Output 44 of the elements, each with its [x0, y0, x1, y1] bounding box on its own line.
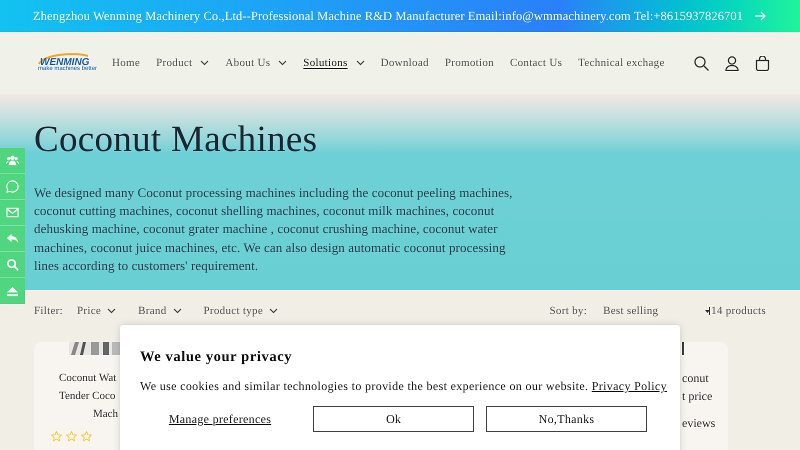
filter-dropdown[interactable]: Brand — [138, 302, 182, 320]
nav-link[interactable]: Solutions — [303, 54, 365, 72]
chevron-icon — [172, 308, 182, 314]
sort-dropdown[interactable]: Best selling — [603, 302, 706, 320]
search-icon[interactable] — [694, 56, 709, 70]
nav-link[interactable]: About Us — [225, 54, 288, 72]
decline-button[interactable]: No,Thanks — [486, 406, 647, 432]
account-icon[interactable] — [725, 56, 739, 70]
filter-dropdown[interactable]: Price — [77, 302, 116, 320]
arrow-right-icon[interactable] — [755, 11, 768, 21]
manage-preferences-link[interactable]: Manage preferences — [140, 410, 300, 428]
chevron-icon — [269, 308, 278, 314]
filter-label: Filter: — [34, 304, 63, 319]
product-title-line: t price — [682, 388, 712, 405]
chevron-icon — [107, 308, 116, 314]
star-icon — [66, 431, 77, 442]
nav-link[interactable]: Download — [380, 54, 429, 72]
nav-link[interactable]: Promotion — [444, 54, 494, 72]
nav-link[interactable]: Home — [112, 54, 140, 72]
product-title-line: Coconut Wat — [59, 371, 116, 386]
product-title-line: Mach — [93, 407, 118, 422]
hero-description: We designed many Coconut processing machines including the coconut peeling machines, coconut cutting machines, coconut shelling machines, coconut milk machines, coconut dehusking machine, coconut grater machine , coconut crushing machine, coconut water machines, coconut juice machines, etc. We can also design automatic coconut processing lines according to customers' requirement. — [34, 184, 514, 275]
nav-link[interactable]: Contact Us — [510, 54, 562, 72]
cart-icon[interactable] — [755, 56, 770, 70]
product-title-line: conut — [682, 370, 709, 387]
users-icon[interactable] — [6, 154, 19, 167]
reply-arrow-icon[interactable] — [6, 232, 19, 245]
page-title: Coconut Machines — [34, 118, 318, 162]
eject-icon[interactable] — [6, 284, 19, 298]
chat-bubble-icon[interactable] — [6, 180, 19, 193]
product-title-line: Tender Coco — [59, 389, 116, 404]
product-count: 14 products — [711, 304, 766, 319]
privacy-policy-link[interactable]: Privacy Policy — [592, 378, 667, 393]
product-title-line: eviews — [682, 415, 716, 432]
caret-icon — [705, 307, 710, 315]
dialog-title: We value your privacy — [140, 348, 294, 367]
nav-link[interactable]: Technical exchage — [578, 54, 665, 72]
star-icon — [81, 431, 92, 442]
filter-dropdown[interactable]: Product type — [204, 302, 278, 320]
star-icon — [51, 431, 62, 442]
sort-label: Sort by: — [550, 304, 588, 319]
ok-button[interactable]: Ok — [313, 406, 474, 432]
nav-link[interactable]: Product — [156, 54, 210, 72]
mail-icon[interactable] — [6, 206, 19, 219]
